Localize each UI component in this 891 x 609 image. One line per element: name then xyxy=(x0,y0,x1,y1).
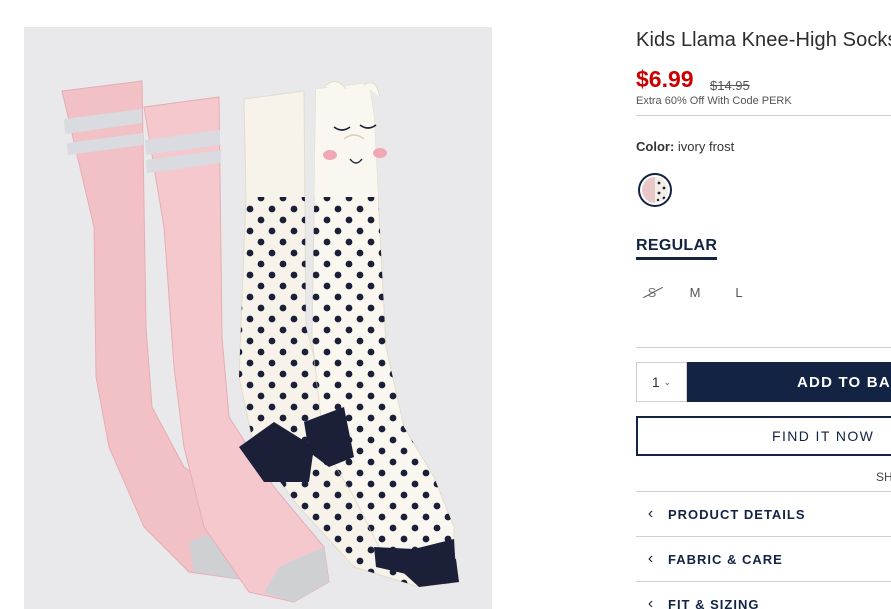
product-image[interactable] xyxy=(24,27,492,609)
chevron-down-icon: ⌄ xyxy=(663,376,672,387)
accordion-label: FABRIC & CARE xyxy=(668,551,783,567)
size-option-s[interactable]: S xyxy=(640,285,664,300)
quantity-value: 1 xyxy=(651,374,660,390)
quantity-select[interactable]: 1 ⌄ xyxy=(636,362,687,402)
size-option-l[interactable]: L xyxy=(727,285,751,300)
product-info-panel: Kids Llama Knee-High Socks $6.99 $14.95 … xyxy=(636,0,891,609)
chevron-left-icon: ‹ xyxy=(647,550,655,567)
accordion-label: PRODUCT DETAILS xyxy=(668,506,806,522)
product-title: Kids Llama Knee-High Socks xyxy=(636,29,891,51)
color-value: ivory frost xyxy=(677,139,735,154)
divider xyxy=(636,115,891,116)
add-to-bag-button[interactable]: ADD TO BAG xyxy=(687,362,891,402)
size-option-m[interactable]: M xyxy=(683,285,707,300)
chevron-left-icon: ‹ xyxy=(647,595,655,609)
accordion-fit-sizing[interactable]: ‹ FIT & SIZING xyxy=(636,582,891,609)
sale-price: $6.99 xyxy=(636,66,694,92)
swatch-image xyxy=(642,177,668,203)
tab-regular[interactable]: REGULAR xyxy=(636,237,718,260)
color-label: Color: xyxy=(636,139,675,154)
divider xyxy=(636,347,891,348)
shipping-text: SH xyxy=(876,470,891,484)
find-it-now-button[interactable]: FIND IT NOW xyxy=(636,416,891,456)
color-swatch-ivory-frost[interactable] xyxy=(638,173,672,207)
accordion-label: FIT & SIZING xyxy=(668,596,760,609)
chevron-left-icon: ‹ xyxy=(647,505,655,522)
promo-text: Extra 60% Off With Code PERK xyxy=(636,95,792,107)
accordion-fabric-care[interactable]: ‹ FABRIC & CARE xyxy=(636,537,891,581)
socks-illustration xyxy=(61,80,460,603)
original-price: $14.95 xyxy=(710,78,750,93)
color-label-row: Color: ivory frost xyxy=(636,139,734,154)
swatch-dots-icon xyxy=(656,181,666,202)
accordion-product-details[interactable]: ‹ PRODUCT DETAILS xyxy=(636,492,891,536)
